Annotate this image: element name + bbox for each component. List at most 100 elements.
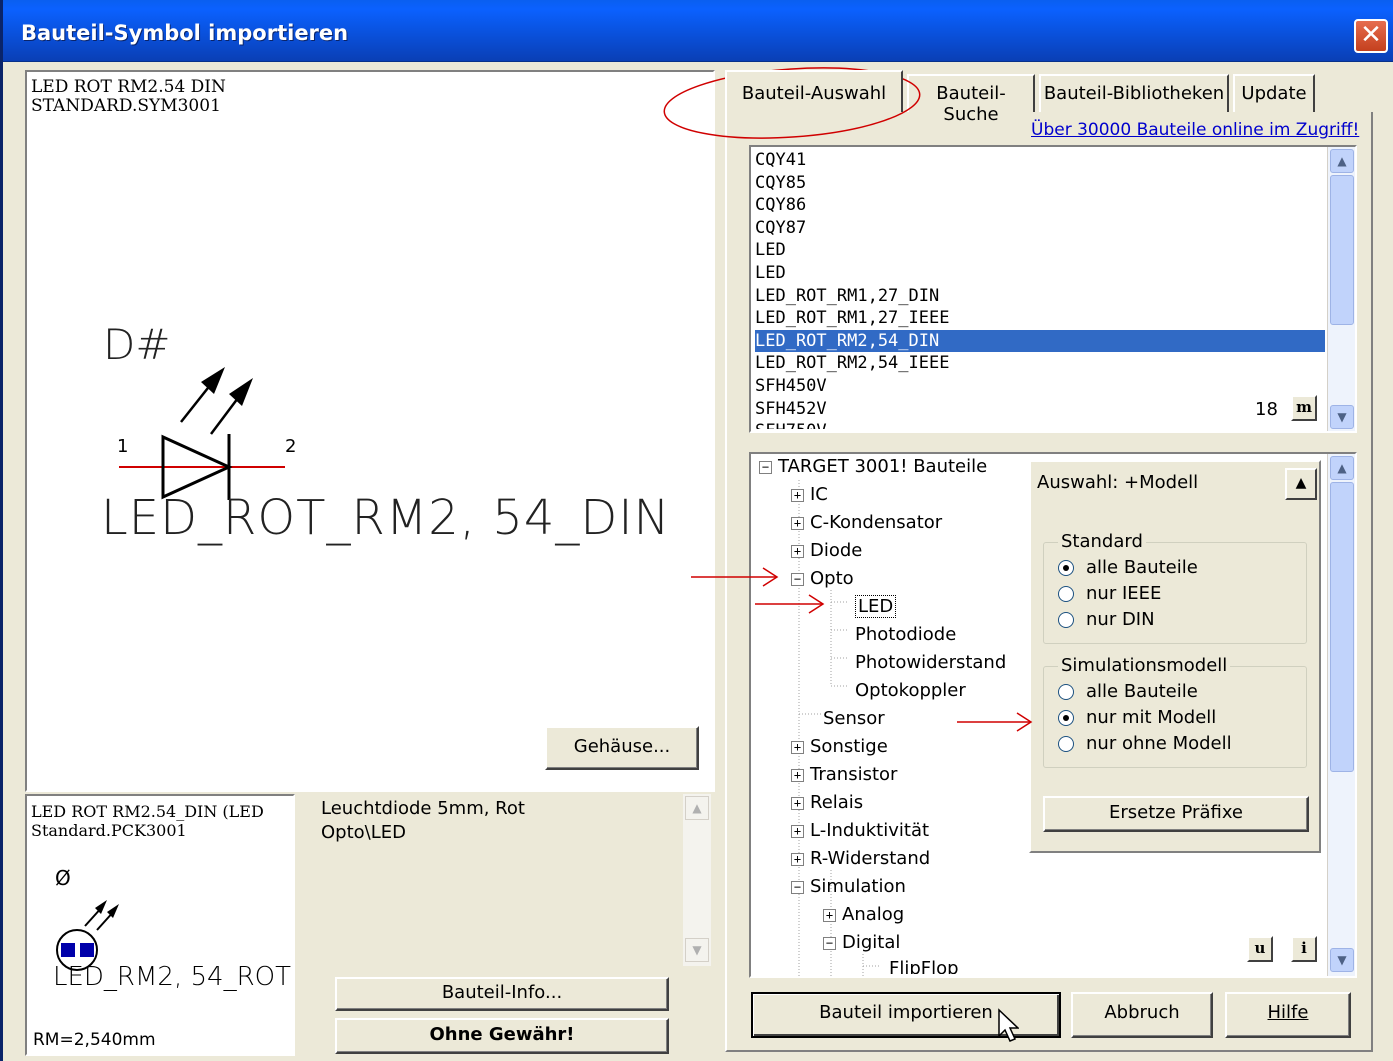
- tree-item-relais[interactable]: + Relais: [791, 790, 863, 816]
- radio-icon[interactable]: [1058, 612, 1074, 628]
- tab-update[interactable]: Update: [1233, 74, 1315, 112]
- tree-item-ic[interactable]: + IC: [791, 482, 828, 508]
- package-name: LED_RM2, 54_ROT: [53, 962, 291, 992]
- close-button[interactable]: ✕: [1354, 19, 1388, 53]
- led-symbol: [119, 367, 285, 500]
- expand-icon[interactable]: +: [791, 852, 804, 866]
- m-button[interactable]: m: [1291, 395, 1317, 421]
- list-item[interactable]: SFH750V: [755, 420, 1325, 429]
- collapse-icon[interactable]: −: [823, 936, 836, 950]
- package-preview: LED ROT RM2.54_DIN (LED Standard.PCK3001…: [25, 794, 295, 1056]
- radio-checked-icon[interactable]: [1058, 560, 1074, 576]
- list-item[interactable]: LED: [755, 239, 1325, 262]
- tree-item-diode[interactable]: + Diode: [791, 538, 862, 564]
- u-button[interactable]: u: [1247, 936, 1273, 962]
- radio-sim-ohne-modell[interactable]: nur ohne Modell: [1058, 733, 1232, 754]
- scroll-thumb[interactable]: [1330, 482, 1354, 772]
- radio-sim-mit-modell[interactable]: nur mit Modell: [1058, 707, 1216, 728]
- collapse-icon[interactable]: −: [759, 460, 772, 474]
- list-item[interactable]: SFH450V: [755, 375, 1325, 398]
- tree-item-flipflop[interactable]: FlipFlop: [889, 956, 959, 974]
- list-item[interactable]: CQY87: [755, 217, 1325, 240]
- tab-bauteil-bibliotheken[interactable]: Bauteil-Bibliotheken: [1039, 74, 1229, 112]
- tree-scrollbar[interactable]: ▲ ▼: [1327, 454, 1355, 976]
- radio-checked-icon[interactable]: [1058, 710, 1074, 726]
- online-link[interactable]: Über 30000 Bauteile online im Zugriff!: [1031, 120, 1359, 140]
- scroll-down-icon[interactable]: ▼: [685, 938, 709, 962]
- scroll-thumb[interactable]: [1330, 175, 1354, 325]
- radio-icon[interactable]: [1058, 684, 1074, 700]
- expand-icon[interactable]: +: [791, 740, 804, 754]
- standard-legend: Standard: [1058, 531, 1146, 552]
- radio-standard-din[interactable]: nur DIN: [1058, 609, 1155, 630]
- help-button[interactable]: Hilfe: [1225, 992, 1351, 1038]
- tree-item-label: Transistor: [810, 764, 898, 785]
- tree-item-root[interactable]: − TARGET 3001! Bauteile: [759, 454, 987, 480]
- tree-item-digital[interactable]: − Digital: [823, 930, 900, 956]
- simulation-legend: Simulationsmodell: [1058, 655, 1231, 676]
- scroll-up-icon[interactable]: ▲: [1330, 456, 1354, 480]
- radio-icon[interactable]: [1058, 736, 1074, 752]
- radio-icon[interactable]: [1058, 586, 1074, 602]
- title-bar[interactable]: Bauteil-Symbol importieren ✕: [3, 0, 1393, 62]
- tree-item-transistor[interactable]: + Transistor: [791, 762, 897, 788]
- expand-icon[interactable]: +: [791, 796, 804, 810]
- package-header-line1: LED ROT RM2.54_DIN (LED: [31, 802, 264, 821]
- selection-label: Auswahl: +Modell: [1037, 472, 1199, 493]
- expand-icon[interactable]: +: [791, 516, 804, 530]
- list-item[interactable]: CQY85: [755, 172, 1325, 195]
- list-item[interactable]: CQY41: [755, 149, 1325, 172]
- radio-label: nur ohne Modell: [1086, 733, 1232, 754]
- i-button[interactable]: i: [1291, 936, 1317, 962]
- ohne-gewaehr-button[interactable]: Ohne Gewähr!: [335, 1018, 669, 1054]
- list-item[interactable]: LED: [755, 262, 1325, 285]
- radio-standard-ieee[interactable]: nur IEEE: [1058, 583, 1161, 604]
- radio-label: nur DIN: [1086, 609, 1155, 630]
- radio-standard-alle[interactable]: alle Bauteile: [1058, 557, 1198, 578]
- gehaeuse-button[interactable]: Gehäuse...: [545, 726, 699, 770]
- filter-panel: Auswahl: +Modell ▲ Standard alle Bauteil…: [1029, 460, 1321, 853]
- collapse-arrow-icon[interactable]: ▲: [1285, 468, 1317, 500]
- tree-item-r-widerstand[interactable]: + R-Widerstand: [791, 846, 930, 872]
- scroll-down-icon[interactable]: ▼: [1330, 948, 1354, 972]
- scroll-up-icon[interactable]: ▲: [1330, 149, 1354, 173]
- package-pitch: RM=2,540mm: [33, 1030, 156, 1050]
- symbol-header-line2: STANDARD.SYM3001: [31, 96, 221, 116]
- parts-list-scrollbar[interactable]: ▲ ▼: [1327, 147, 1355, 431]
- scroll-up-icon[interactable]: ▲: [685, 796, 709, 820]
- annotation-arrows: [691, 567, 1033, 732]
- cancel-button[interactable]: Abbruch: [1071, 992, 1213, 1038]
- tree-item-c-kondensator[interactable]: + C-Kondensator: [791, 510, 942, 536]
- tree-item-label: FlipFlop: [889, 958, 959, 974]
- list-item-selected[interactable]: LED_ROT_RM2,54_DIN: [755, 329, 1325, 353]
- tree-item-label: Diode: [810, 540, 863, 561]
- tree-item-simulation[interactable]: − Simulation: [791, 874, 906, 900]
- list-item[interactable]: LED_ROT_RM1,27_DIN: [755, 285, 1325, 308]
- expand-icon[interactable]: +: [791, 824, 804, 838]
- expand-icon[interactable]: +: [823, 908, 836, 922]
- tree-item-label: Digital: [842, 932, 901, 953]
- expand-icon[interactable]: +: [791, 488, 804, 502]
- symbol-name: LED_ROT_RM2, 54_DIN: [101, 490, 671, 546]
- expand-icon[interactable]: +: [791, 544, 804, 558]
- parts-list[interactable]: CQY41 CQY85 CQY86 CQY87 LED LED LED_ROT_…: [749, 145, 1357, 433]
- list-item[interactable]: SFH452V: [755, 398, 1325, 421]
- list-item[interactable]: LED_ROT_RM1,27_IEEE: [755, 307, 1325, 330]
- radio-label: nur IEEE: [1086, 583, 1162, 604]
- tree-item-l-induktivitaet[interactable]: + L-Induktivität: [791, 818, 929, 844]
- collapse-icon[interactable]: −: [791, 880, 804, 894]
- scroll-down-icon[interactable]: ▼: [1330, 405, 1354, 429]
- list-item[interactable]: LED_ROT_RM2,54_IEEE: [755, 352, 1325, 375]
- list-item[interactable]: CQY86: [755, 194, 1325, 217]
- standard-group: Standard alle Bauteile nur IEEE nur DIN: [1043, 531, 1307, 644]
- info-scrollbar[interactable]: ▲ ▼: [683, 794, 711, 966]
- radio-label: alle Bauteile: [1086, 681, 1198, 702]
- expand-icon[interactable]: +: [791, 768, 804, 782]
- bauteil-info-button[interactable]: Bauteil-Info...: [335, 977, 669, 1011]
- tab-bauteil-auswahl[interactable]: Bauteil-Auswahl: [725, 70, 903, 112]
- radio-sim-alle[interactable]: alle Bauteile: [1058, 681, 1198, 702]
- tree-item-analog[interactable]: + Analog: [823, 902, 904, 928]
- tree-item-label: L-Induktivität: [810, 820, 930, 841]
- replace-prefix-button[interactable]: Ersetze Präfixe: [1043, 796, 1309, 832]
- window-title: Bauteil-Symbol importieren: [21, 21, 349, 45]
